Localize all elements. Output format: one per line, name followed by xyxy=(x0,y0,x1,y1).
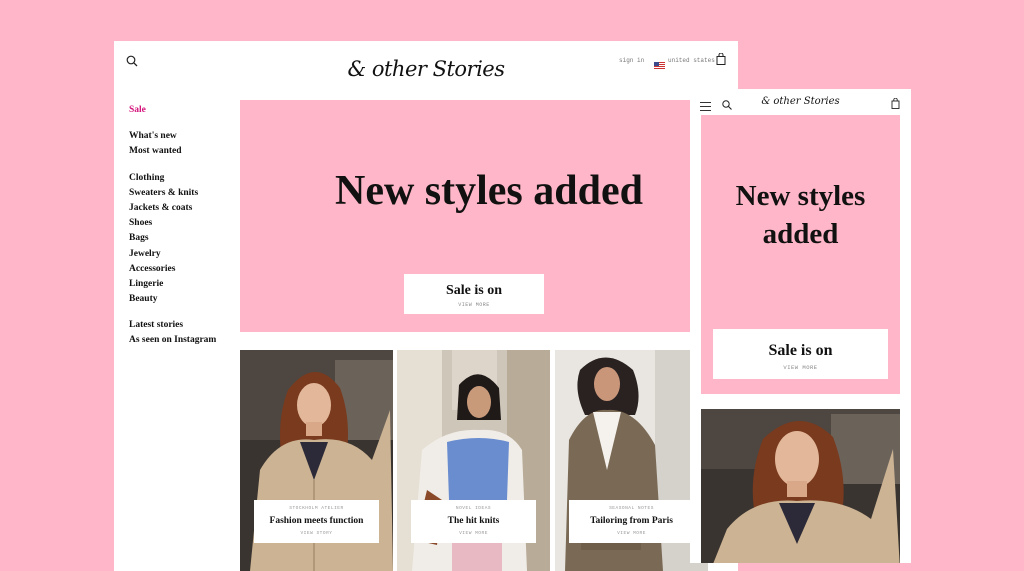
cta-title: Sale is on xyxy=(445,283,502,298)
sidebar-item-instagram[interactable]: As seen on Instagram xyxy=(129,333,239,348)
sidebar-nav: Sale What's new Most wanted Clothing Swe… xyxy=(129,103,239,349)
sidebar-item-clothing[interactable]: Clothing xyxy=(129,171,239,186)
cta-view-more: VIEW MORE xyxy=(783,364,818,371)
sidebar-item-jackets-coats[interactable]: Jackets & coats xyxy=(129,201,239,216)
sidebar-item-latest-stories[interactable]: Latest stories xyxy=(129,318,239,333)
story-label: STOCKHOLM ATELIER Fashion meets function… xyxy=(254,500,379,543)
sidebar-item-jewelry[interactable]: Jewelry xyxy=(129,247,239,262)
story-kicker: STOCKHOLM ATELIER xyxy=(289,506,344,511)
story-link[interactable]: VIEW MORE xyxy=(411,531,536,536)
story-card-tailoring[interactable]: SEASONAL NOTES Tailoring from Paris VIEW… xyxy=(555,350,708,571)
desktop-window: & other Stories sign in united states Sa… xyxy=(114,41,738,571)
sidebar-item-sweaters-knits[interactable]: Sweaters & knits xyxy=(129,186,239,201)
sidebar-item-bags[interactable]: Bags xyxy=(129,231,239,246)
story-title: Fashion meets function xyxy=(269,516,364,526)
sidebar-item-shoes[interactable]: Shoes xyxy=(129,216,239,231)
sidebar-item-lingerie[interactable]: Lingerie xyxy=(129,277,239,292)
cta-view-more: VIEW MORE xyxy=(458,302,490,308)
hero-banner[interactable]: New styles added Sale is on VIEW MORE xyxy=(240,100,738,332)
hero-title: New styles added xyxy=(334,168,643,214)
cta-title: Sale is on xyxy=(768,342,833,359)
sale-cta-button[interactable]: Sale is on VIEW MORE xyxy=(713,329,888,379)
mobile-window: & other Stories New styles added Sale is… xyxy=(690,89,911,563)
brand-logo[interactable]: & other Stories xyxy=(114,57,738,81)
country-selector[interactable]: united states xyxy=(668,57,715,64)
story-label: SEASONAL NOTES Tailoring from Paris VIEW… xyxy=(569,500,694,543)
story-card-knits[interactable]: NOVEL IDEAS The hit knits VIEW MORE xyxy=(397,350,550,571)
story-kicker: NOVEL IDEAS xyxy=(455,506,492,511)
sale-cta-button[interactable]: Sale is on VIEW MORE xyxy=(404,274,544,314)
shopping-bag-icon[interactable] xyxy=(716,52,726,70)
hero-title: New styles added xyxy=(735,180,866,250)
mobile-story-card[interactable] xyxy=(701,409,900,563)
sidebar-item-most-wanted[interactable]: Most wanted xyxy=(129,144,239,159)
story-card-fashion[interactable]: STOCKHOLM ATELIER Fashion meets function… xyxy=(240,350,393,571)
sidebar-item-whats-new[interactable]: What's new xyxy=(129,129,239,144)
sidebar-item-beauty[interactable]: Beauty xyxy=(129,292,239,307)
mobile-hero-banner[interactable]: New styles added Sale is on VIEW MORE xyxy=(701,115,900,394)
story-label: NOVEL IDEAS The hit knits VIEW MORE xyxy=(411,500,536,543)
story-kicker: SEASONAL NOTES xyxy=(609,506,654,511)
sidebar-item-accessories[interactable]: Accessories xyxy=(129,262,239,277)
brand-logo[interactable]: & other Stories xyxy=(690,96,911,107)
us-flag-icon xyxy=(654,56,665,69)
model-photo-mobile xyxy=(701,409,900,563)
story-link[interactable]: VIEW MORE xyxy=(569,531,694,536)
story-title: The hit knits xyxy=(447,516,500,526)
story-link[interactable]: VIEW STORY xyxy=(254,531,379,536)
sidebar-item-sale[interactable]: Sale xyxy=(129,103,239,118)
shopping-bag-icon[interactable] xyxy=(891,96,900,114)
story-title: Tailoring from Paris xyxy=(590,516,673,526)
sign-in-link[interactable]: sign in xyxy=(619,57,644,64)
